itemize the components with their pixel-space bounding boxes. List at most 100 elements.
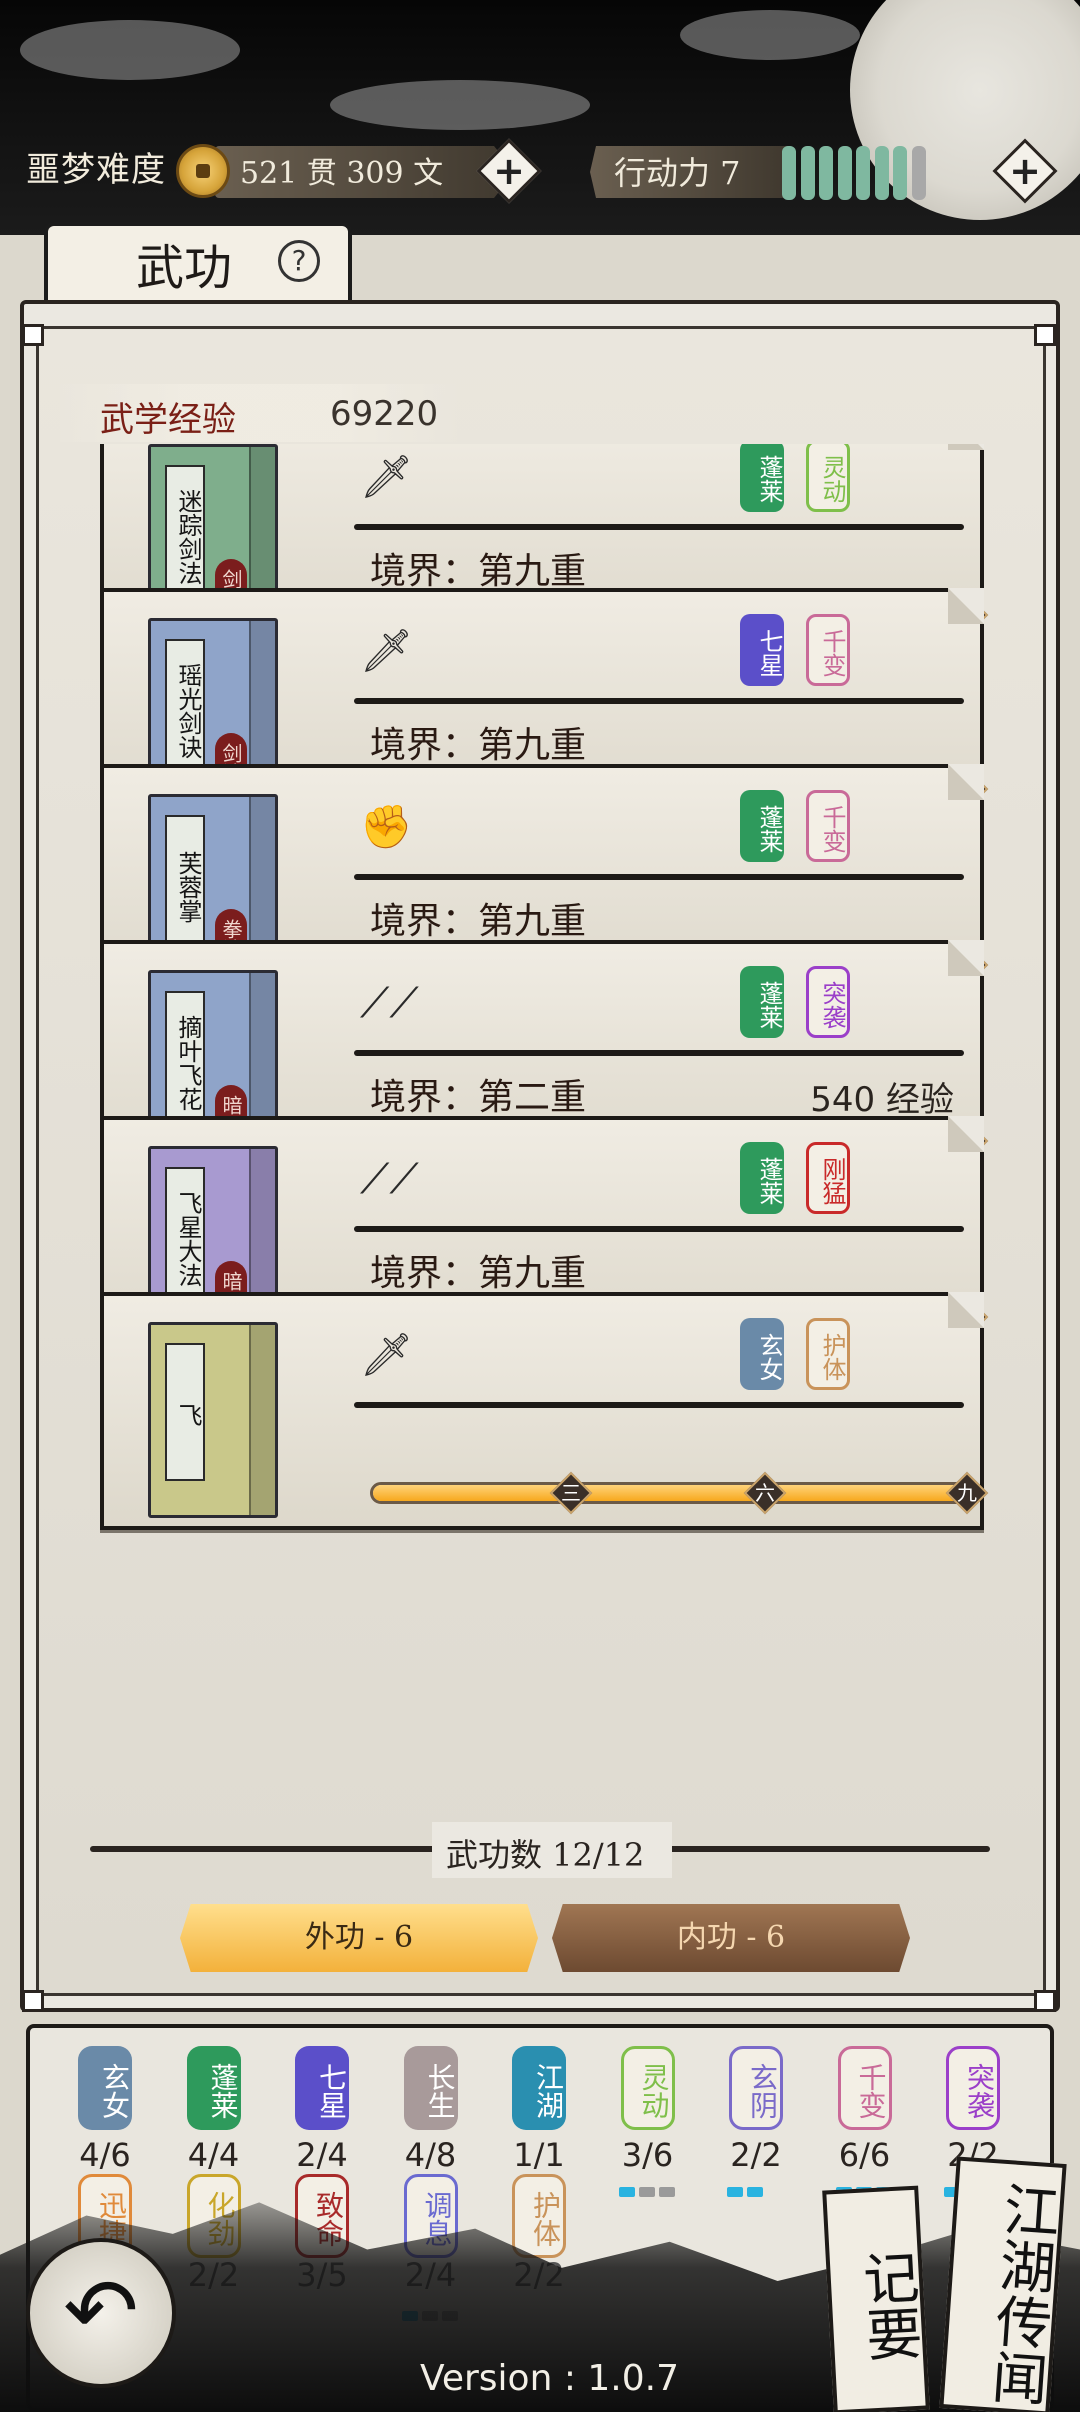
sect-tag: 千变 xyxy=(806,614,850,686)
realm-progress-fill xyxy=(373,1485,971,1501)
bonus-count: 1/1 xyxy=(513,2136,565,2174)
realm-progress-bar xyxy=(370,1482,974,1504)
bonus-dot xyxy=(727,2187,743,2197)
tier-marker-label: 九 xyxy=(957,1481,977,1505)
cloud-decoration xyxy=(20,20,240,80)
action-pip xyxy=(782,146,796,200)
sect-tag: 蓬莱 xyxy=(740,790,784,862)
realm-label: 境界：第九重 xyxy=(370,725,587,766)
skill-name: 飞 xyxy=(165,1343,205,1481)
action-pip xyxy=(819,146,833,200)
add-money-button[interactable]: + xyxy=(476,138,542,204)
sword-icon: 🗡 xyxy=(360,1330,414,1379)
exp-needed: 540 经验 xyxy=(810,1080,954,1120)
sect-tag: 千变 xyxy=(806,790,850,862)
bonus-badge[interactable]: 江湖 xyxy=(512,2046,566,2130)
ink-divider xyxy=(354,1050,964,1056)
help-icon[interactable]: ? xyxy=(278,240,320,282)
action-pip xyxy=(874,146,889,200)
sect-tag: 蓬莱 xyxy=(740,1142,784,1214)
bonus-count: 2/2 xyxy=(730,2136,782,2174)
bonus-count: 4/6 xyxy=(79,2136,131,2174)
back-button[interactable]: ↶ xyxy=(26,2238,176,2388)
ink-divider xyxy=(354,698,964,704)
sect-tag: 灵动 xyxy=(806,444,850,512)
bonus-count: 6/6 xyxy=(838,2136,891,2174)
sword-icon: 🗡 xyxy=(360,626,414,675)
coin-icon xyxy=(176,144,230,198)
bonus-badge[interactable]: 玄女 xyxy=(78,2046,132,2130)
ink-divider xyxy=(354,524,964,530)
page-fold-decoration xyxy=(948,588,984,624)
skill-name: 瑶光剑诀 xyxy=(165,639,205,777)
skill-name: 迷踪剑法 xyxy=(165,465,205,603)
inner-skills-tab[interactable]: 内功 - 6 xyxy=(552,1904,910,1972)
bonus-badge[interactable]: 玄阴 xyxy=(729,2046,783,2130)
money-amount: 521 贯 309 文 xyxy=(240,156,444,191)
sect-tag: 七星 xyxy=(740,614,784,686)
exp-value: 69220 xyxy=(330,394,439,434)
bonus-dot xyxy=(658,2187,675,2197)
sword-icon: 🗡 xyxy=(360,452,414,501)
bonus-badge[interactable]: 突袭 xyxy=(946,2046,1000,2130)
bonus-badge[interactable]: 灵动 xyxy=(620,2046,675,2130)
rumors-button[interactable]: 江湖传闻 xyxy=(939,2156,1067,2412)
action-points-label: 行动力 7 xyxy=(614,154,741,192)
sect-tag: 玄女 xyxy=(740,1318,784,1390)
ink-divider xyxy=(354,874,964,880)
bonus-badge[interactable]: 长生 xyxy=(403,2046,458,2130)
realm-label: 境界：第九重 xyxy=(370,1253,587,1294)
bonus-dot xyxy=(618,2187,635,2197)
frame-corner xyxy=(1034,324,1056,346)
realm-label: 境界：第九重 xyxy=(370,901,587,942)
difficulty-label: 噩梦难度 xyxy=(26,150,166,190)
action-pip xyxy=(800,146,815,200)
cloud-decoration xyxy=(680,10,860,60)
skill-book-icon: 飞 xyxy=(148,1322,278,1518)
skill-card[interactable]: 飞 🗡 玄女 护体三 六 九 xyxy=(100,1292,989,1530)
skill-list[interactable]: 迷踪剑法剑法🗡蓬莱灵动境界：第九重三六九瑶光剑诀剑法🗡七星千变境界：第九重三六九… xyxy=(60,444,1020,1820)
notes-button[interactable]: 记要 xyxy=(822,2185,930,2412)
dart-icon: ⟋⟋ xyxy=(360,978,419,1027)
realm-label: 境界：第九重 xyxy=(370,551,587,592)
bonus-dot xyxy=(638,2187,655,2197)
page-fold-decoration xyxy=(948,940,984,976)
page-fold-decoration xyxy=(948,444,984,450)
realm-label: 境界：第二重 xyxy=(370,1077,587,1118)
skill-name: 飞星大法 xyxy=(165,1167,205,1305)
sect-tag: 刚猛 xyxy=(806,1142,850,1214)
sect-tag: 护体 xyxy=(806,1318,850,1390)
outer-skills-tab[interactable]: 外功 - 6 xyxy=(180,1904,538,1972)
dart-icon: ⟋⟋ xyxy=(360,1154,419,1203)
action-pip xyxy=(911,146,926,200)
skill-name: 芙蓉掌 xyxy=(165,815,205,953)
action-pip xyxy=(837,146,852,200)
add-action-button[interactable]: + xyxy=(992,138,1058,204)
page-fold-decoration xyxy=(948,764,984,800)
ink-divider xyxy=(354,1402,964,1408)
page-fold-decoration xyxy=(948,1292,984,1328)
bonus-badge[interactable]: 护体 xyxy=(512,2174,566,2258)
page-title: 武功 xyxy=(136,240,233,296)
book-spine xyxy=(249,1325,275,1515)
bonus-badge[interactable]: 七星 xyxy=(295,2046,349,2130)
frame-corner xyxy=(22,1990,44,2012)
bonus-progress xyxy=(727,2182,767,2197)
ink-divider xyxy=(354,1226,964,1232)
frame-corner xyxy=(22,324,44,346)
version-label: Version : 1.0.7 xyxy=(420,2358,679,2399)
bonus-count: 4/4 xyxy=(187,2136,240,2174)
bonus-count: 2/4 xyxy=(296,2136,348,2174)
page-fold-decoration xyxy=(948,1116,984,1152)
action-pip xyxy=(893,146,907,200)
tier-marker-label: 三 xyxy=(561,1481,581,1505)
frame-corner xyxy=(1034,1990,1056,2012)
bonus-count: 4/8 xyxy=(404,2136,457,2174)
bonus-count: 3/6 xyxy=(621,2136,674,2174)
sect-tag: 突袭 xyxy=(806,966,850,1038)
sect-tag: 蓬莱 xyxy=(740,966,784,1038)
bonus-badge[interactable]: 千变 xyxy=(837,2046,892,2130)
skill-name: 摘叶飞花 xyxy=(165,991,205,1129)
bonus-badge[interactable]: 蓬莱 xyxy=(186,2046,241,2130)
sect-tag: 蓬莱 xyxy=(740,444,784,512)
